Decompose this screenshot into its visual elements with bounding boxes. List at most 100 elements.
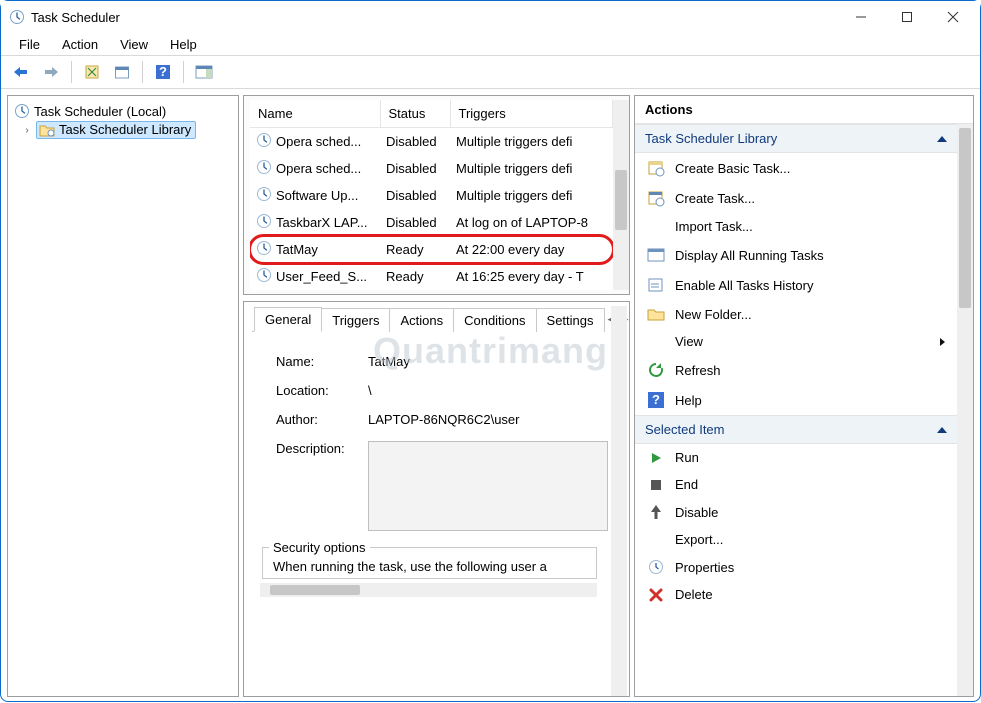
column-name[interactable]: Name	[250, 100, 380, 128]
task-row[interactable]: User_Feed_S... Ready At 16:25 every day …	[250, 263, 613, 290]
action-properties[interactable]: Properties	[635, 553, 957, 581]
name-value: TatMay	[362, 348, 614, 375]
tree-library-label: Task Scheduler Library	[59, 122, 191, 137]
task-name: Opera sched...	[276, 161, 361, 176]
action-label: New Folder...	[675, 307, 752, 322]
help-toolbar-button[interactable]: ?	[149, 59, 177, 85]
description-box[interactable]	[368, 441, 608, 531]
action-enable-history[interactable]: Enable All Tasks History	[635, 270, 957, 300]
show-action-pane-button[interactable]	[190, 59, 218, 85]
maximize-button[interactable]	[884, 1, 930, 33]
clock-icon	[256, 267, 272, 286]
refresh-icon	[647, 361, 665, 379]
action-import-task[interactable]: Import Task...	[635, 213, 957, 240]
action-run[interactable]: Run	[635, 444, 957, 471]
action-label: Import Task...	[675, 219, 753, 234]
enable-history-icon	[647, 276, 665, 294]
tree-library-row[interactable]: › Task Scheduler Library	[12, 120, 234, 140]
action-create-basic[interactable]: Create Basic Task...	[635, 153, 957, 183]
task-details: General Triggers Actions Conditions Sett…	[243, 301, 630, 697]
action-display-running[interactable]: Display All Running Tasks	[635, 240, 957, 270]
action-end[interactable]: End	[635, 471, 957, 498]
tree-root-label: Task Scheduler (Local)	[34, 104, 166, 119]
forward-button[interactable]	[37, 59, 65, 85]
menu-view[interactable]: View	[110, 35, 158, 53]
task-status: Ready	[380, 263, 450, 290]
action-view[interactable]: View	[635, 328, 957, 355]
action-disable[interactable]: Disable	[635, 498, 957, 526]
properties-toolbar-button[interactable]	[108, 59, 136, 85]
collapse-icon	[937, 136, 947, 142]
action-export[interactable]: Export...	[635, 526, 957, 553]
actions-header: Actions	[635, 96, 973, 124]
action-label: Export...	[675, 532, 723, 547]
tab-general[interactable]: General	[254, 307, 322, 332]
actions-pane: Actions Task Scheduler Library Create Ba…	[634, 95, 974, 697]
tree-root[interactable]: Task Scheduler (Local)	[12, 102, 234, 120]
minimize-button[interactable]	[838, 1, 884, 33]
task-row[interactable]: TaskbarX LAP... Disabled At log on of LA…	[250, 209, 613, 236]
back-button[interactable]	[7, 59, 35, 85]
action-create-task[interactable]: Create Task...	[635, 183, 957, 213]
menu-action[interactable]: Action	[52, 35, 108, 53]
task-list[interactable]: Name Status Triggers Opera sched... Disa…	[243, 95, 630, 295]
task-row[interactable]: Opera sched... Disabled Multiple trigger…	[250, 128, 613, 156]
run-icon	[647, 451, 665, 465]
vertical-scrollbar[interactable]	[613, 100, 629, 290]
action-help[interactable]: ? Help	[635, 385, 957, 415]
menu-file[interactable]: File	[9, 35, 50, 53]
tab-actions[interactable]: Actions	[389, 308, 454, 332]
create-basic-icon	[647, 159, 665, 177]
action-label: Help	[675, 393, 702, 408]
action-label: Create Basic Task...	[675, 161, 790, 176]
task-name: Opera sched...	[276, 134, 361, 149]
action-new-folder[interactable]: New Folder...	[635, 300, 957, 328]
action-label: Properties	[675, 560, 734, 575]
properties-icon	[647, 559, 665, 575]
tree-pane[interactable]: Task Scheduler (Local) › Task Scheduler …	[7, 95, 239, 697]
up-button[interactable]	[78, 59, 106, 85]
actions-section-header[interactable]: Selected Item	[635, 415, 957, 444]
toolbar: ?	[1, 55, 980, 89]
task-name: TatMay	[276, 242, 318, 257]
tab-conditions[interactable]: Conditions	[453, 308, 536, 332]
submenu-icon	[940, 338, 945, 346]
task-status: Disabled	[380, 128, 450, 156]
action-refresh[interactable]: Refresh	[635, 355, 957, 385]
task-row[interactable]: Software Up... Disabled Multiple trigger…	[250, 182, 613, 209]
close-button[interactable]	[930, 1, 976, 33]
display-running-icon	[647, 246, 665, 264]
actions-section-header[interactable]: Task Scheduler Library	[635, 124, 957, 153]
location-value: \	[362, 377, 614, 404]
details-horizontal-scrollbar[interactable]	[260, 583, 597, 597]
task-triggers: Multiple triggers defi	[450, 128, 613, 156]
tab-settings[interactable]: Settings	[536, 308, 605, 332]
task-triggers: At log on of LAPTOP-8	[450, 209, 613, 236]
task-status: Disabled	[380, 155, 450, 182]
toolbar-separator	[142, 61, 143, 83]
task-status: Disabled	[380, 182, 450, 209]
column-triggers[interactable]: Triggers	[450, 100, 613, 128]
task-name: TaskbarX LAP...	[276, 215, 368, 230]
action-label: Display All Running Tasks	[675, 248, 824, 263]
security-options-legend: Security options	[269, 540, 370, 555]
task-status: Ready	[380, 236, 450, 263]
action-label: Delete	[675, 587, 713, 602]
task-row[interactable]: TatMay Ready At 22:00 every day	[250, 236, 613, 263]
task-triggers: Multiple triggers defi	[450, 182, 613, 209]
description-label: Description:	[270, 435, 360, 537]
tab-triggers[interactable]: Triggers	[321, 308, 390, 332]
new-folder-icon	[647, 306, 665, 322]
column-status[interactable]: Status	[380, 100, 450, 128]
action-delete[interactable]: Delete	[635, 581, 957, 608]
center-pane: Name Status Triggers Opera sched... Disa…	[243, 95, 630, 697]
actions-scrollbar[interactable]	[957, 124, 973, 696]
delete-icon	[647, 588, 665, 602]
menu-help[interactable]: Help	[160, 35, 207, 53]
action-label: Enable All Tasks History	[675, 278, 814, 293]
menubar: File Action View Help	[1, 33, 980, 55]
author-value: LAPTOP-86NQR6C2\user	[362, 406, 614, 433]
expand-icon[interactable]: ›	[22, 125, 32, 136]
task-row[interactable]: Opera sched... Disabled Multiple trigger…	[250, 155, 613, 182]
details-vertical-scrollbar[interactable]	[611, 306, 627, 696]
